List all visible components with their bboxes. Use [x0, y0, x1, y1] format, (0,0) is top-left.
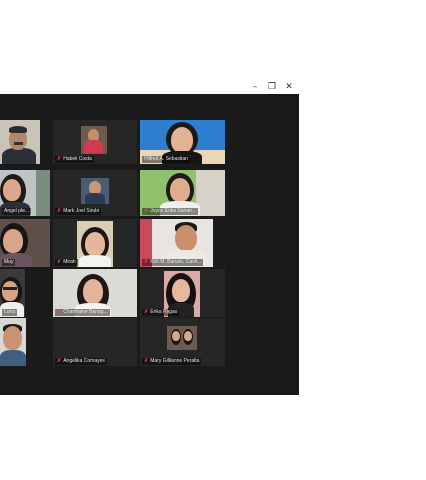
- minimize-icon[interactable]: –: [249, 82, 261, 92]
- mic-muted-icon: ✗: [57, 208, 62, 214]
- participant-tile[interactable]: ✗ Habeli Costa: [53, 120, 137, 164]
- participant-name: ✗ Erika Pagao: [142, 309, 180, 316]
- participant-tile[interactable]: ✗ Kirk M. Banate, Cavit...: [140, 219, 225, 267]
- mic-muted-icon: ✗: [57, 309, 62, 315]
- mic-muted-icon: ✗: [144, 208, 149, 214]
- participant-name: ✗ Joyce Erika Sarian...: [142, 208, 199, 215]
- participant-name: Angel ple...: [2, 208, 32, 215]
- participant-tile[interactable]: ✗ Angelika Comayes: [53, 318, 137, 366]
- participant-tile[interactable]: Muy: [0, 219, 50, 267]
- participant-name: ✗ Mark Joel Sirubi: [55, 208, 102, 215]
- mic-muted-icon: ✗: [144, 309, 149, 315]
- gallery-view: ✗ Habeli Costa Hilfred A. Sebastian Angel…: [0, 94, 299, 395]
- close-icon[interactable]: ✕: [283, 82, 295, 92]
- participant-name: ✗ Charmaine Banag...: [55, 309, 110, 316]
- mic-muted-icon: ✗: [144, 358, 149, 364]
- participant-name: Muy: [2, 259, 16, 266]
- participant-name: ✗ Habeli Costa: [55, 156, 94, 163]
- participant-tile[interactable]: Luna: [0, 269, 25, 317]
- participant-tile[interactable]: Hilfred A. Sebastian: [140, 120, 225, 164]
- participant-tile[interactable]: ✗ Mary Gillianne Peralta: [140, 318, 225, 366]
- participant-tile[interactable]: ✗ Charmaine Banag...: [53, 269, 137, 317]
- participant-name: ✗ Mirah: [55, 259, 78, 266]
- participant-name: Hilfred A. Sebastian: [142, 156, 190, 163]
- mic-muted-icon: ✗: [144, 259, 149, 265]
- participant-name: ✗ Mary Gillianne Peralta: [142, 358, 202, 365]
- participant-name: ✗ Angelika Comayes: [55, 358, 107, 365]
- mic-muted-icon: ✗: [57, 358, 62, 364]
- participant-tile[interactable]: [0, 120, 40, 164]
- participant-name: Luna: [2, 309, 18, 316]
- mic-muted-icon: ✗: [57, 259, 62, 265]
- mic-muted-icon: ✗: [57, 156, 62, 162]
- participant-tile[interactable]: ✗ Joyce Erika Sarian...: [140, 170, 225, 216]
- participant-tile[interactable]: [0, 318, 26, 366]
- participant-name: ✗ Kirk M. Banate, Cavit...: [142, 259, 204, 266]
- participant-tile[interactable]: ✗ Erika Pagao: [140, 269, 225, 317]
- participant-tile[interactable]: ✗ Mirah: [53, 219, 137, 267]
- participant-tile[interactable]: Angel ple...: [0, 170, 50, 216]
- participant-tile[interactable]: ✗ Mark Joel Sirubi: [53, 170, 137, 216]
- restore-icon[interactable]: ❐: [266, 82, 278, 92]
